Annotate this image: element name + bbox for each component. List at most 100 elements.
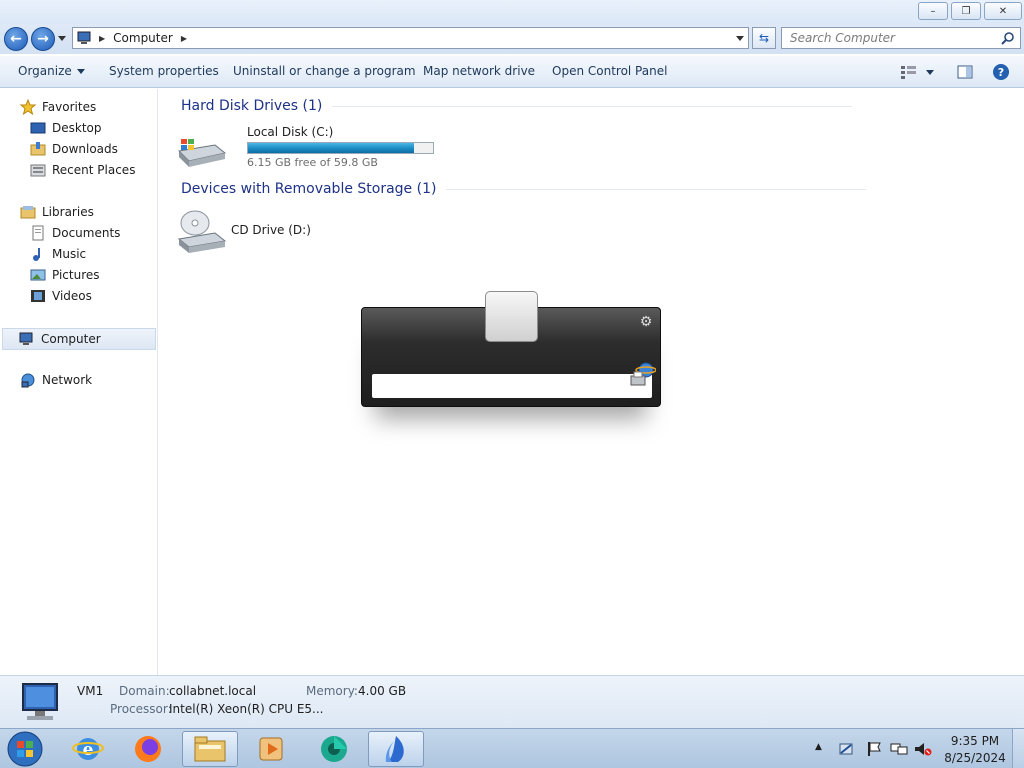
- tray-app-icon[interactable]: [838, 741, 854, 757]
- sidebar-label: Videos: [52, 289, 92, 303]
- start-button[interactable]: [0, 731, 50, 767]
- system-properties-button[interactable]: System properties: [109, 64, 219, 78]
- sidebar-item-music[interactable]: Music: [30, 245, 86, 263]
- taskbar-teal-app[interactable]: [306, 731, 362, 767]
- gadget-handle[interactable]: [485, 291, 538, 342]
- preview-pane-button[interactable]: [956, 63, 974, 81]
- clock-date: 8/25/2024: [944, 751, 1006, 765]
- close-icon: ✕: [998, 5, 1008, 17]
- uninstall-program-button[interactable]: Uninstall or change a program: [233, 64, 416, 78]
- help-icon: ?: [993, 64, 1009, 80]
- computer-icon: [22, 683, 58, 720]
- view-options-icon: [901, 66, 916, 79]
- forward-arrow-icon: →: [37, 31, 49, 47]
- sidebar-item-pictures[interactable]: Pictures: [30, 266, 100, 284]
- desktop-icon: [30, 120, 46, 136]
- memory-label: Memory:: [306, 684, 358, 698]
- breadcrumb-arrow-icon[interactable]: ▶: [99, 34, 105, 43]
- restore-icon: ❐: [961, 5, 971, 17]
- svg-text:?: ?: [998, 66, 1004, 79]
- forward-button[interactable]: →: [31, 27, 55, 51]
- drive-local-disk-c[interactable]: Local Disk (C:) 6.15 GB free of 59.8 GB: [175, 125, 445, 175]
- volume-muted-icon[interactable]: [914, 741, 932, 757]
- search-icon[interactable]: [1001, 31, 1015, 45]
- printer-globe-icon[interactable]: [628, 360, 656, 388]
- help-button[interactable]: ?: [992, 63, 1010, 81]
- group-header-hard-disk-drives[interactable]: Hard Disk Drives (1): [181, 98, 853, 114]
- sidebar-item-libraries[interactable]: Libraries: [20, 203, 94, 221]
- drive-cd-drive-d[interactable]: CD Drive (D:): [175, 207, 325, 257]
- search-box[interactable]: [781, 27, 1021, 49]
- internet-explorer-icon: e: [72, 738, 104, 760]
- recent-places-icon: [30, 162, 46, 178]
- show-desktop-button[interactable]: [1012, 729, 1024, 768]
- view-dropdown-button[interactable]: [926, 65, 934, 79]
- network-tray-icon[interactable]: [890, 741, 908, 757]
- group-header-removable-storage[interactable]: Devices with Removable Storage (1): [181, 181, 867, 197]
- change-view-button[interactable]: [900, 63, 918, 81]
- title-bar: – ❐ ✕: [0, 0, 1024, 24]
- restore-button[interactable]: ❐: [951, 2, 981, 20]
- taskbar-clock[interactable]: 9:35 PM 8/25/2024: [940, 733, 1010, 767]
- organize-menu[interactable]: Organize: [18, 64, 85, 78]
- details-pane: VM1 Domain: collabnet.local Memory: 4.00…: [0, 675, 1024, 728]
- taskbar: e ▲ 9:35 PM 8/25/2024: [0, 728, 1024, 768]
- free-space-text: 6.15 GB free of 59.8 GB: [247, 156, 378, 169]
- sidebar-label: Downloads: [52, 142, 118, 156]
- search-input[interactable]: [782, 28, 992, 48]
- recent-pages-dropdown[interactable]: [58, 36, 66, 41]
- preview-pane-icon: [957, 65, 973, 79]
- group-header-label: Devices with Removable Storage (1): [181, 181, 437, 197]
- taskbar-windows-explorer[interactable]: [182, 731, 238, 767]
- sidebar-item-network[interactable]: Network: [20, 371, 92, 389]
- group-header-label: Hard Disk Drives (1): [181, 98, 323, 114]
- drive-name: CD Drive (D:): [231, 223, 311, 237]
- sidebar-label: Computer: [41, 332, 101, 346]
- sidebar-item-recent-places[interactable]: Recent Places: [30, 161, 135, 179]
- show-hidden-icons-button[interactable]: ▲: [815, 742, 822, 752]
- breadcrumb-computer[interactable]: Computer: [113, 31, 173, 45]
- blue-sail-app-icon: [385, 736, 404, 762]
- navigation-pane: Favorites Desktop Downloads Recent Place…: [0, 89, 158, 675]
- address-dropdown-icon[interactable]: [736, 36, 744, 41]
- address-bar[interactable]: ▶ Computer ▶: [72, 27, 749, 49]
- taskbar-blue-app[interactable]: [368, 731, 424, 767]
- back-button[interactable]: ←: [4, 27, 28, 51]
- minimize-button[interactable]: –: [918, 2, 948, 20]
- domain-value: collabnet.local: [169, 684, 257, 698]
- sidebar-item-desktop[interactable]: Desktop: [30, 119, 102, 137]
- command-bar: Organize System properties Uninstall or …: [0, 56, 1024, 88]
- sidebar-item-documents[interactable]: Documents: [30, 224, 120, 242]
- close-button[interactable]: ✕: [984, 2, 1022, 20]
- taskbar-firefox[interactable]: [120, 731, 176, 767]
- computer-icon: [77, 31, 91, 44]
- gadget-search-input[interactable]: [372, 374, 652, 398]
- taskbar-media-player[interactable]: [243, 731, 299, 767]
- drive-name: Local Disk (C:): [247, 125, 334, 139]
- address-row: ← → ▶ Computer ▶ ⇆: [0, 24, 1024, 54]
- libraries-icon: [20, 204, 36, 220]
- sidebar-label: Recent Places: [52, 163, 136, 177]
- gear-icon[interactable]: ⚙: [638, 314, 654, 330]
- sidebar-label: Music: [52, 247, 87, 261]
- sidebar-item-videos[interactable]: Videos: [30, 287, 92, 305]
- map-network-drive-button[interactable]: Map network drive: [423, 64, 535, 78]
- sidebar-label: Favorites: [42, 100, 97, 114]
- clock-time: 9:35 PM: [950, 734, 1000, 748]
- sidebar-item-downloads[interactable]: Downloads: [30, 140, 118, 158]
- minimize-icon: –: [930, 5, 936, 17]
- star-icon: [19, 98, 37, 116]
- hard-drive-icon: [177, 139, 227, 167]
- refresh-button[interactable]: ⇆: [752, 27, 776, 49]
- breadcrumb-arrow-icon[interactable]: ▶: [181, 34, 187, 43]
- refresh-icon: ⇆: [758, 31, 770, 45]
- downloads-folder-icon: [30, 141, 46, 157]
- action-center-flag-icon[interactable]: [866, 741, 882, 757]
- sidebar-item-computer[interactable]: Computer: [2, 328, 156, 350]
- taskbar-internet-explorer[interactable]: e: [60, 731, 116, 767]
- windows-logo-icon: [7, 731, 43, 767]
- folder-icon: [194, 736, 226, 762]
- sidebar-item-favorites[interactable]: Favorites: [19, 98, 97, 116]
- sidebar-label: Documents: [52, 226, 121, 240]
- open-control-panel-button[interactable]: Open Control Panel: [552, 64, 667, 78]
